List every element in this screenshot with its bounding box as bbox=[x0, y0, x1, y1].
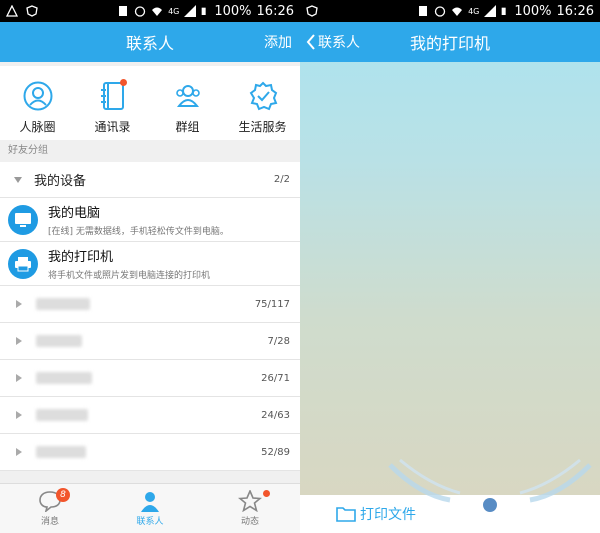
star-icon bbox=[238, 490, 262, 512]
computer-avatar bbox=[8, 204, 38, 235]
shield-check-icon bbox=[306, 5, 318, 17]
network-type: 4G bbox=[168, 6, 180, 16]
device-desc: 将手机文件或照片发到电脑连接的打印机 bbox=[48, 271, 211, 281]
group-count: 75/117 bbox=[254, 298, 290, 310]
group-my-devices[interactable]: 我的设备 2/2 bbox=[0, 162, 300, 198]
back-label: 联系人 bbox=[318, 35, 360, 51]
quick-entry-address-book[interactable]: 通讯录 bbox=[75, 66, 150, 140]
clock: 16:26 bbox=[256, 3, 294, 19]
friend-group[interactable]: 24/63 bbox=[0, 397, 300, 434]
warning-icon bbox=[6, 5, 18, 17]
tab-contacts[interactable]: 联系人 bbox=[100, 484, 200, 533]
device-my-printer[interactable]: 我的打印机 将手机文件或照片发到电脑连接的打印机 bbox=[0, 242, 300, 286]
status-bar: 4G 100% 16:26 bbox=[0, 0, 300, 22]
wifi-icon bbox=[452, 7, 463, 16]
status-bar: 4G 100% 16:26 bbox=[300, 0, 600, 22]
friend-group[interactable]: 26/71 bbox=[0, 360, 300, 397]
printer-avatar bbox=[8, 248, 38, 279]
screenshot-root: 4G 100% 16:26 联系人 添加 人脉圈 通讯录 群组 生活服务 好友分… bbox=[0, 0, 600, 533]
signal-icon bbox=[184, 5, 197, 17]
collapsed-arrow-icon bbox=[16, 374, 22, 382]
new-dot-indicator bbox=[263, 490, 270, 497]
expanded-arrow-icon bbox=[14, 176, 22, 183]
print-file-button[interactable]: 打印文件 bbox=[336, 504, 416, 524]
chevron-left-icon bbox=[306, 34, 315, 50]
device-name: 我的打印机 bbox=[48, 250, 114, 265]
device-my-computer[interactable]: 我的电脑 [在线] 无需数据线，手机轻松传文件到电脑。 bbox=[0, 198, 300, 242]
printer-title-bar: 联系人 我的打印机 bbox=[300, 22, 600, 62]
quick-entry-label: 通讯录 bbox=[94, 120, 131, 134]
life-service-icon bbox=[249, 81, 277, 111]
tab-label: 消息 bbox=[40, 517, 59, 527]
quick-entry-life-service[interactable]: 生活服务 bbox=[225, 66, 300, 140]
tab-label: 动态 bbox=[240, 517, 259, 527]
quick-entry-network[interactable]: 人脉圈 bbox=[0, 66, 75, 140]
printer-icon bbox=[15, 256, 31, 271]
bottom-tab-bar: 8 消息 联系人 动态 bbox=[0, 483, 300, 533]
signal-icon bbox=[484, 5, 497, 17]
printer-screen: 4G 100% 16:26 联系人 我的打印机 打印文件 bbox=[300, 0, 600, 533]
print-file-label: 打印文件 bbox=[360, 507, 416, 523]
blurred-group-name bbox=[36, 409, 88, 421]
group-count: 2/2 bbox=[273, 174, 290, 185]
quick-entry-row: 人脉圈 通讯录 群组 生活服务 bbox=[0, 66, 300, 140]
alarm-icon bbox=[134, 6, 146, 17]
tab-feed[interactable]: 动态 bbox=[200, 484, 300, 533]
battery-level: 100% bbox=[214, 3, 252, 19]
monitor-icon bbox=[15, 212, 31, 227]
quick-entry-label: 群组 bbox=[175, 120, 200, 134]
print-action-bar: 打印文件 bbox=[300, 495, 600, 533]
alarm-icon bbox=[434, 6, 446, 17]
page-title: 联系人 bbox=[125, 34, 174, 53]
group-count: 52/89 bbox=[261, 446, 290, 458]
battery-icon bbox=[502, 7, 507, 15]
person-circle-icon bbox=[23, 81, 52, 111]
sim-icon bbox=[119, 6, 128, 16]
folder-icon bbox=[336, 507, 356, 522]
quick-entry-label: 人脉圈 bbox=[19, 120, 56, 134]
page-title: 我的打印机 bbox=[409, 34, 490, 53]
battery-icon bbox=[202, 7, 207, 15]
friend-group[interactable]: 7/28 bbox=[0, 323, 300, 360]
friend-group[interactable]: 75/117 bbox=[0, 286, 300, 323]
group-name: 我的设备 bbox=[34, 174, 87, 189]
collapsed-arrow-icon bbox=[16, 411, 22, 419]
quick-entry-groups[interactable]: 群组 bbox=[150, 66, 225, 140]
battery-level: 100% bbox=[514, 3, 552, 19]
tab-messages[interactable]: 8 消息 bbox=[0, 484, 100, 533]
blurred-group-name bbox=[36, 446, 86, 458]
blurred-group-name bbox=[36, 372, 92, 384]
group-icon bbox=[175, 85, 200, 107]
network-type: 4G bbox=[468, 6, 480, 16]
tab-label: 联系人 bbox=[136, 517, 164, 527]
contacts-title-bar: 联系人 添加 bbox=[0, 22, 300, 62]
collapsed-arrow-icon bbox=[16, 300, 22, 308]
blurred-group-name bbox=[36, 335, 82, 347]
contact-list: 我的设备 2/2 我的电脑 [在线] 无需数据线，手机轻松传文件到电脑。 我的打… bbox=[0, 162, 300, 471]
new-dot-indicator bbox=[120, 79, 127, 86]
person-icon bbox=[141, 492, 159, 512]
device-name: 我的电脑 bbox=[48, 206, 101, 221]
group-section-header: 好友分组 bbox=[8, 145, 48, 156]
shield-check-icon bbox=[26, 5, 38, 17]
add-button[interactable]: 添加 bbox=[264, 32, 292, 52]
sim-icon bbox=[419, 6, 428, 16]
group-count: 7/28 bbox=[267, 335, 290, 347]
group-count: 24/63 bbox=[261, 409, 290, 421]
contacts-screen: 4G 100% 16:26 联系人 添加 人脉圈 通讯录 群组 生活服务 好友分… bbox=[0, 0, 300, 533]
blurred-group-name bbox=[36, 298, 90, 310]
wifi-icon bbox=[152, 7, 163, 16]
device-desc: [在线] 无需数据线，手机轻松传文件到电脑。 bbox=[48, 227, 229, 237]
back-button[interactable]: 联系人 bbox=[306, 32, 360, 52]
friend-group[interactable]: 52/89 bbox=[0, 434, 300, 471]
quick-entry-label: 生活服务 bbox=[238, 120, 287, 134]
clock: 16:26 bbox=[556, 3, 594, 19]
group-count: 26/71 bbox=[261, 372, 290, 384]
unread-badge: 8 bbox=[56, 488, 70, 502]
collapsed-arrow-icon bbox=[16, 337, 22, 345]
collapsed-arrow-icon bbox=[16, 448, 22, 456]
